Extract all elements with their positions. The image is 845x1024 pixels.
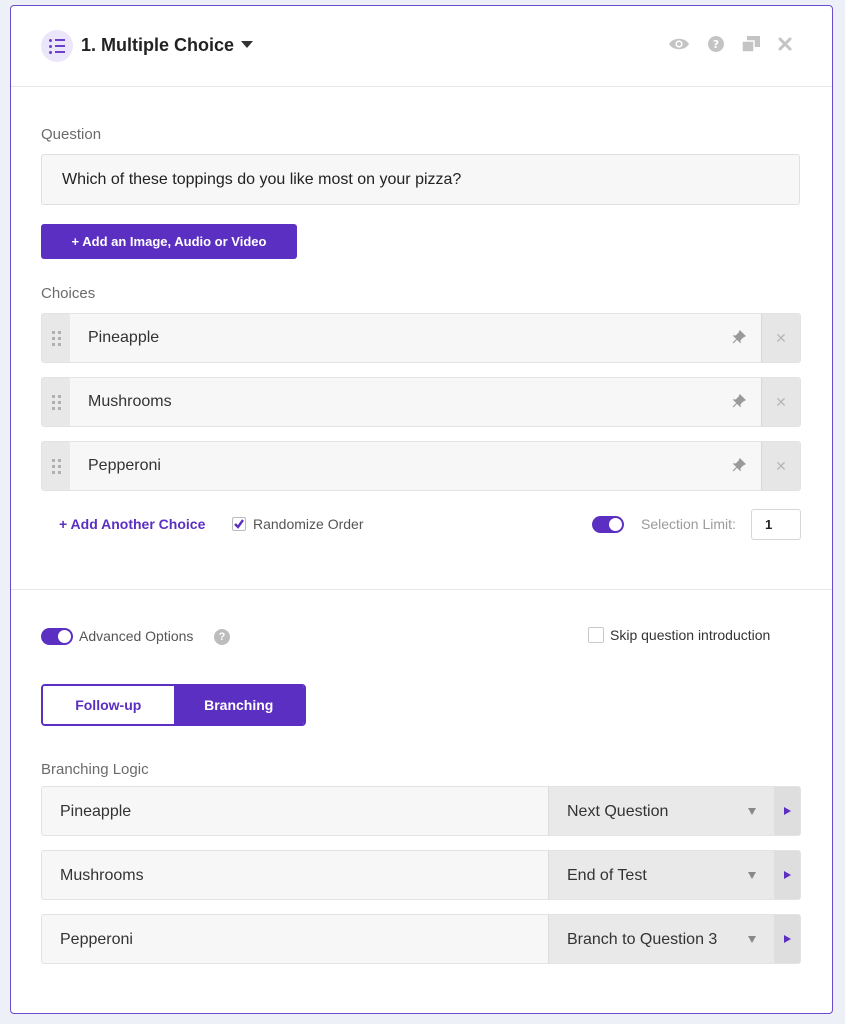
question-input[interactable]: Which of these toppings do you like most… [41, 154, 800, 205]
question-label: Question [41, 126, 102, 143]
choice-item: Pepperoni ✕ [41, 441, 801, 491]
delete-choice-icon[interactable]: ✕ [761, 442, 800, 490]
branch-choice: Mushrooms [60, 867, 144, 884]
choice-input[interactable]: Pineapple [88, 329, 159, 347]
caret-down-icon [748, 872, 756, 879]
tab-branching[interactable]: Branching [173, 686, 304, 724]
question-card: 1. Multiple Choice ? Question Which of t… [10, 5, 833, 1014]
branch-row: Pineapple Next Question [41, 786, 801, 836]
caret-down-icon [748, 936, 756, 943]
branch-choice: Pineapple [60, 803, 132, 820]
check-icon [234, 519, 244, 529]
branch-row: Mushrooms End of Test [41, 850, 801, 900]
randomize-label: Randomize Order [253, 516, 364, 532]
branch-choice: Pepperoni [60, 931, 133, 948]
branching-logic-label: Branching Logic [41, 761, 149, 778]
caret-down-icon [241, 40, 254, 48]
branch-target-select[interactable]: Branch to Question 3 [548, 915, 774, 963]
branch-row: Pepperoni Branch to Question 3 [41, 914, 801, 964]
branch-target-value: Branch to Question 3 [567, 931, 718, 948]
selection-limit-label: Selection Limit: [641, 516, 736, 532]
caret-down-icon [748, 808, 756, 815]
question-type-label: 1. Multiple Choice [81, 35, 235, 55]
add-media-button[interactable]: + Add an Image, Audio or Video [41, 224, 297, 259]
choice-item: Pineapple ✕ [41, 313, 801, 363]
tab-follow-up[interactable]: Follow-up [43, 686, 174, 724]
branch-target-select[interactable]: End of Test [548, 851, 774, 899]
help-icon[interactable]: ? [214, 629, 230, 645]
selection-limit-toggle[interactable] [592, 516, 624, 533]
branch-target-select[interactable]: Next Question [548, 787, 774, 835]
skip-intro-label: Skip question introduction [610, 627, 771, 643]
logic-tab-group: Follow-up Branching [41, 684, 306, 726]
duplicate-icon[interactable] [742, 36, 760, 52]
advanced-options-toggle[interactable] [41, 628, 73, 645]
play-icon[interactable] [774, 915, 800, 963]
choice-item: Mushrooms ✕ [41, 377, 801, 427]
selection-limit-input[interactable]: 1 [751, 509, 801, 540]
choice-input[interactable]: Mushrooms [88, 393, 172, 411]
drag-handle-icon[interactable] [42, 378, 70, 426]
branch-target-value: End of Test [567, 867, 647, 884]
eye-icon[interactable] [668, 37, 690, 51]
choice-input[interactable]: Pepperoni [88, 457, 161, 475]
pin-icon[interactable] [732, 329, 747, 349]
list-icon [41, 30, 73, 62]
add-choice-link[interactable]: + Add Another Choice [59, 516, 205, 532]
branch-target-value: Next Question [567, 803, 669, 820]
advanced-options-label: Advanced Options [79, 628, 194, 644]
question-header: 1. Multiple Choice ? [11, 6, 832, 87]
section-divider [11, 589, 832, 590]
close-icon[interactable] [778, 37, 792, 51]
drag-handle-icon[interactable] [42, 314, 70, 362]
pin-icon[interactable] [732, 393, 747, 413]
svg-text:?: ? [713, 38, 719, 51]
choices-label: Choices [41, 285, 96, 302]
play-icon[interactable] [774, 787, 800, 835]
delete-choice-icon[interactable]: ✕ [761, 378, 800, 426]
play-icon[interactable] [774, 851, 800, 899]
delete-choice-icon[interactable]: ✕ [761, 314, 800, 362]
skip-intro-checkbox[interactable] [588, 627, 604, 643]
pin-icon[interactable] [732, 457, 747, 477]
randomize-checkbox[interactable] [232, 517, 246, 531]
help-icon[interactable]: ? [708, 36, 724, 52]
question-type-dropdown[interactable]: 1. Multiple Choice [81, 35, 254, 56]
drag-handle-icon[interactable] [42, 442, 70, 490]
